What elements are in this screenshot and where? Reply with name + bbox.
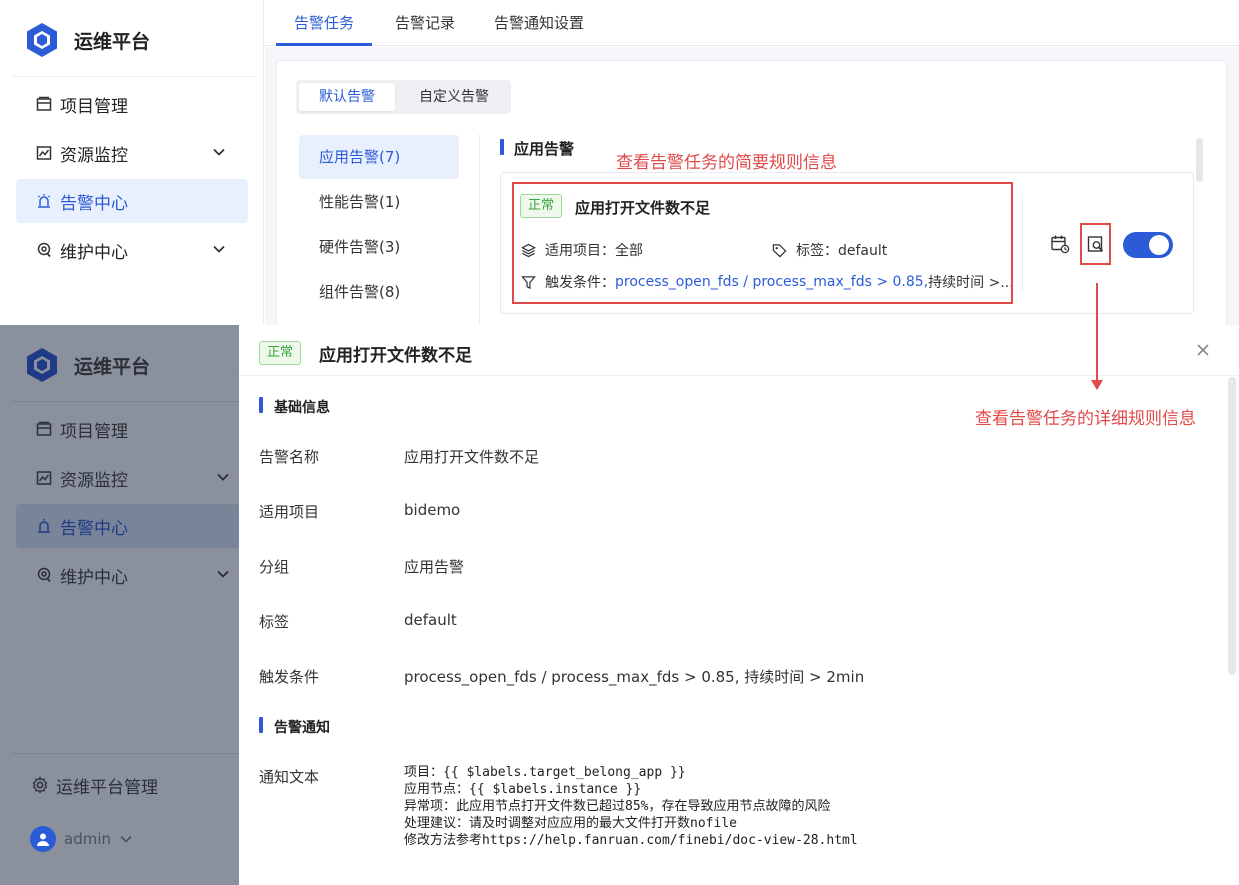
sidebar-item-alerts[interactable]: 告警中心 <box>16 179 248 223</box>
category-performance-alerts[interactable]: 性能告警(1) <box>299 180 459 224</box>
tab-alert-records[interactable]: 告警记录 <box>395 0 455 46</box>
scrollbar[interactable] <box>1196 138 1203 182</box>
field-label: 告警名称 <box>259 448 320 466</box>
toggle-knob <box>1149 235 1169 255</box>
gear-icon <box>30 775 50 795</box>
status-badge: 正常 <box>259 341 302 365</box>
segment-default-alerts[interactable]: 默认告警 <box>299 83 395 111</box>
chevron-down-icon <box>213 148 225 156</box>
app-logo: 运维平台 <box>26 347 150 383</box>
sidebar-item-monitoring[interactable]: 资源监控 <box>16 131 248 175</box>
username: admin <box>64 830 111 848</box>
sidebar-item-label: 项目管理 <box>60 421 128 442</box>
drawer-title: 应用打开文件数不足 <box>319 346 472 366</box>
sidebar-item-platform-admin: 运维平台管理 <box>16 763 240 807</box>
sidebar-item-label: 运维平台管理 <box>56 777 158 798</box>
alert-type-segment: 默认告警 自定义告警 <box>296 80 511 114</box>
section-marker <box>259 397 263 413</box>
alarm-icon <box>34 191 54 211</box>
folder-icon <box>34 94 54 114</box>
category-app-alerts[interactable]: 应用告警(7) <box>299 135 459 179</box>
sidebar-item-label: 告警中心 <box>60 193 128 214</box>
sidebar-item-label: 资源监控 <box>60 145 128 166</box>
chevron-down-icon <box>120 835 132 843</box>
tab-notification-settings[interactable]: 告警通知设置 <box>494 0 584 46</box>
highlight-box-brief <box>512 182 1013 304</box>
app-title: 运维平台 <box>74 355 151 378</box>
section-marker <box>259 717 263 733</box>
divider <box>1022 193 1023 293</box>
folder-icon <box>34 419 54 439</box>
user-menu: admin <box>30 826 133 852</box>
divider <box>12 401 239 402</box>
sidebar-item-label: 项目管理 <box>60 96 128 117</box>
monitor-chart-icon <box>34 143 54 163</box>
section-title: 应用告警 <box>514 140 575 158</box>
sidebar-item-maintenance: 维护中心 <box>16 553 240 597</box>
avatar <box>30 826 56 852</box>
sidebar: 运维平台 项目管理 资源监控 告警中心 维护中心 <box>0 0 264 325</box>
sidebar-item-monitoring: 资源监控 <box>16 456 240 500</box>
drawer-header: 正常 应用打开文件数不足 <box>239 325 1239 376</box>
sidebar-item-projects: 项目管理 <box>16 407 240 451</box>
annotation-arrow-head <box>1091 380 1103 390</box>
sidebar-item-label: 资源监控 <box>60 470 128 491</box>
field-label: 通知文本 <box>259 768 320 786</box>
sidebar-dimmed: 运维平台 项目管理 资源监控 告警中心 维护中心 运维平台管理 <box>0 325 240 885</box>
maintenance-icon <box>34 565 54 585</box>
section-basic-info: 基础信息 <box>274 400 330 416</box>
field-value: 应用告警 <box>404 558 465 576</box>
field-value: bidemo <box>404 501 461 519</box>
maintenance-icon <box>34 240 54 260</box>
divider <box>479 134 480 325</box>
segment-custom-alerts[interactable]: 自定义告警 <box>400 83 508 111</box>
alarm-icon <box>34 516 54 536</box>
schedule-icon[interactable] <box>1049 233 1071 255</box>
logo-icon <box>27 348 57 382</box>
chevron-down-icon <box>217 570 229 578</box>
category-hardware-alerts[interactable]: 硬件告警(3) <box>299 225 459 269</box>
sidebar-item-maintenance[interactable]: 维护中心 <box>16 228 248 272</box>
divider <box>12 753 239 754</box>
close-icon[interactable] <box>1194 341 1212 359</box>
field-label: 分组 <box>259 558 290 576</box>
highlight-box-detail-button <box>1080 223 1111 265</box>
notification-text: 项目：{{ $labels.target_belong_app }} 应用节点：… <box>404 765 858 848</box>
section-notification: 告警通知 <box>274 720 330 736</box>
monitor-chart-icon <box>34 468 54 488</box>
active-tab-indicator <box>276 43 372 46</box>
sidebar-item-projects[interactable]: 项目管理 <box>16 82 248 126</box>
app-logo[interactable]: 运维平台 <box>26 22 150 58</box>
chevron-down-icon <box>217 473 229 481</box>
scrollbar[interactable] <box>1228 377 1236 675</box>
alert-enable-toggle[interactable] <box>1123 232 1173 258</box>
annotation-detail-info: 查看告警任务的详细规则信息 <box>975 409 1196 429</box>
field-value: 应用打开文件数不足 <box>404 448 540 466</box>
divider <box>12 76 254 77</box>
sidebar-item-label: 维护中心 <box>60 567 128 588</box>
alert-tabs: 告警任务 告警记录 告警通知设置 <box>265 0 1239 46</box>
field-value: process_open_fds / process_max_fds > 0.8… <box>404 668 865 686</box>
annotation-arrow <box>1096 283 1098 383</box>
chevron-down-icon <box>213 245 225 253</box>
user-icon <box>37 833 49 846</box>
annotation-brief-info: 查看告警任务的简要规则信息 <box>616 153 837 173</box>
sidebar-item-label: 维护中心 <box>60 242 128 263</box>
category-component-alerts[interactable]: 组件告警(8) <box>299 270 459 314</box>
tab-alert-tasks[interactable]: 告警任务 <box>294 0 354 46</box>
sidebar-item-alerts: 告警中心 <box>16 504 240 548</box>
sidebar-item-label: 告警中心 <box>60 518 128 539</box>
field-label: 标签 <box>259 613 290 631</box>
field-label: 适用项目 <box>259 503 320 521</box>
logo-icon <box>27 23 57 57</box>
field-value: default <box>404 611 457 629</box>
field-label: 触发条件 <box>259 668 320 686</box>
app-title: 运维平台 <box>74 30 151 53</box>
section-marker <box>500 139 504 155</box>
